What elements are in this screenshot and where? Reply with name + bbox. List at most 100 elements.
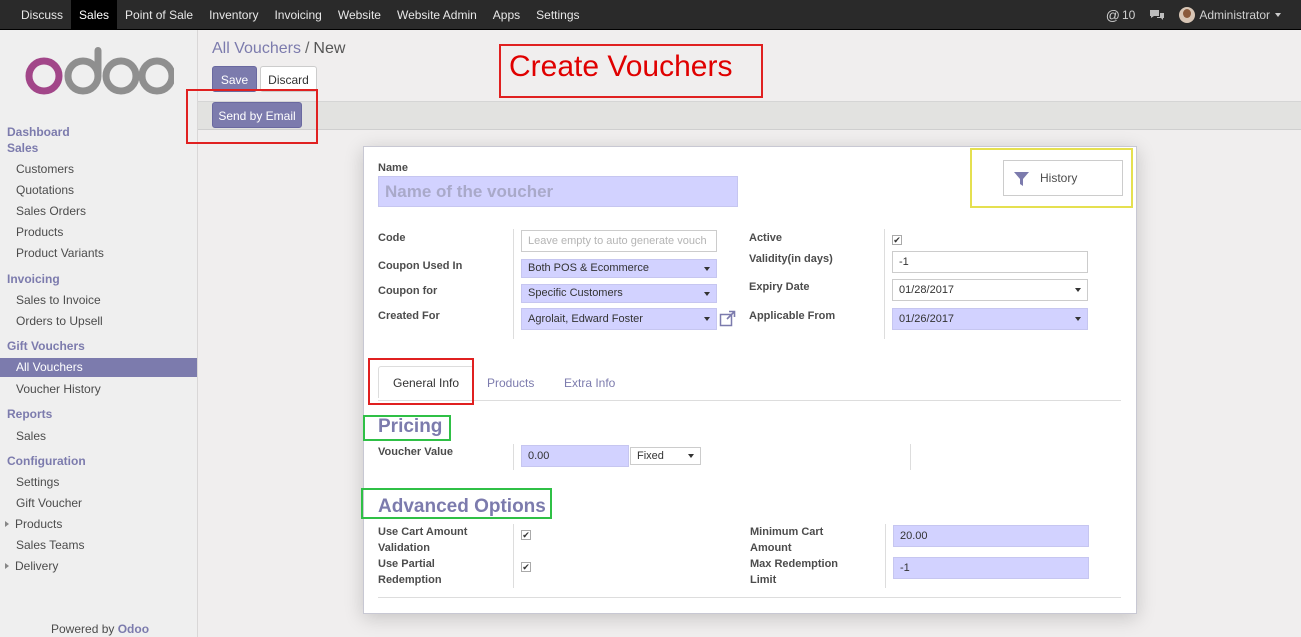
divider [513,444,514,470]
min-cart-label-line2: Amount [750,542,792,554]
coupon-for-select[interactable]: Specific Customers [521,284,717,303]
menu-settings[interactable]: Settings [528,0,587,30]
min-cart-input[interactable]: 20.00 [893,525,1089,547]
sidebar-section-dashboard[interactable]: Dashboard [7,125,70,139]
cart-validation-label: Use Cart Amount Validation [378,524,467,556]
dropdown-arrow-icon [704,267,710,271]
annotation-box-send-email [186,89,318,144]
menu-website-admin[interactable]: Website Admin [389,0,485,30]
sidebar: Dashboard Sales Customers Quotations Sal… [0,30,198,637]
divider [885,524,886,588]
sidebar-item-reports-sales[interactable]: Sales [16,429,46,443]
max-redemption-label-line1: Max Redemption [750,558,839,570]
sidebar-section-sales: Sales [7,141,39,155]
partial-redemption-label-line1: Use Partial [378,558,435,570]
dropdown-arrow-icon [704,292,710,296]
expiry-date-input[interactable]: 01/28/2017 [892,279,1088,301]
systray: @ 10 Administrator [1106,0,1301,30]
voucher-value: 0.00 [528,450,550,462]
annotation-box-history [970,148,1133,208]
voucher-name-input[interactable]: Name of the voucher [378,176,738,207]
voucher-value-input[interactable]: 0.00 [521,445,629,467]
chat-button[interactable] [1149,9,1165,21]
dropdown-arrow-icon [1075,288,1081,292]
notifications-button[interactable]: @ 10 [1106,7,1136,23]
powered-by: Powered by Odoo [51,622,149,636]
sidebar-item-products[interactable]: Products [16,225,63,239]
user-menu[interactable]: Administrator [1179,7,1281,23]
expiry-date-value: 01/28/2017 [899,284,955,296]
tab-products[interactable]: Products [487,376,534,390]
sidebar-item-product-variants[interactable]: Product Variants [16,246,104,260]
dropdown-arrow-icon [688,454,694,458]
menu-website[interactable]: Website [330,0,389,30]
divider [513,524,514,588]
sidebar-item-all-vouchers[interactable]: All Vouchers [0,358,197,377]
sidebar-item-sales-to-invoice[interactable]: Sales to Invoice [16,293,101,307]
menu-sales[interactable]: Sales [71,0,118,30]
odoo-logo [25,47,174,95]
active-checkbox[interactable]: ✔ [892,235,902,245]
powered-by-brand[interactable]: Odoo [118,622,149,636]
breadcrumb-all-vouchers[interactable]: All Vouchers [212,40,301,57]
sidebar-item-orders-to-upsell[interactable]: Orders to Upsell [16,314,103,328]
code-input[interactable]: Leave empty to auto generate vouch [521,230,717,252]
applicable-from-input[interactable]: 01/26/2017 [892,308,1088,330]
tab-extra-info[interactable]: Extra Info [564,376,615,390]
min-cart-value: 20.00 [900,530,928,542]
sidebar-section-invoicing: Invoicing [7,272,60,286]
created-for-value: Agrolait, Edward Foster [528,313,643,325]
max-redemption-value: -1 [900,562,910,574]
sidebar-item-settings[interactable]: Settings [16,475,59,489]
name-label: Name [378,162,408,174]
created-for-label: Created For [378,310,440,322]
coupon-for-value: Specific Customers [528,287,623,299]
external-link-icon[interactable] [719,310,736,327]
sidebar-item-delivery[interactable]: Delivery [15,559,58,573]
coupon-used-in-value: Both POS & Ecommerce [528,262,650,274]
sidebar-item-gift-voucher[interactable]: Gift Voucher [16,496,82,510]
coupon-used-in-select[interactable]: Both POS & Ecommerce [521,259,717,278]
annotation-box-pricing [363,415,451,441]
voucher-value-label: Voucher Value [378,446,453,458]
sidebar-section-gift-vouchers: Gift Vouchers [7,339,85,353]
min-cart-label-line1: Minimum Cart [750,526,824,538]
sidebar-item-sales-orders[interactable]: Sales Orders [16,204,86,218]
partial-redemption-checkbox[interactable]: ✔ [521,562,531,572]
active-label: Active [749,232,783,244]
caret-down-icon [1275,13,1281,17]
annotation-title: Create Vouchers [509,50,733,83]
code-label: Code [378,232,406,244]
sidebar-item-config-products[interactable]: Products [15,517,62,531]
app-menu: Discuss Sales Point of Sale Inventory In… [13,0,588,30]
top-navbar: Discuss Sales Point of Sale Inventory In… [0,0,1301,30]
breadcrumb-separator: / [304,40,310,57]
validity-label: Validity(in days) [749,253,833,265]
applicable-from-label: Applicable From [749,310,836,322]
divider [884,229,885,339]
cart-validation-checkbox[interactable]: ✔ [521,530,531,540]
created-for-many2one[interactable]: Agrolait, Edward Foster [521,308,717,330]
status-bar [198,101,1301,130]
menu-apps[interactable]: Apps [485,0,528,30]
voucher-type-select[interactable]: Fixed [630,447,701,465]
menu-inventory[interactable]: Inventory [201,0,266,30]
menu-discuss[interactable]: Discuss [13,0,71,30]
cart-validation-label-line2: Validation [378,542,430,554]
powered-by-text: Powered by [51,622,115,636]
annotation-box-advanced-options [361,488,552,519]
sidebar-item-quotations[interactable]: Quotations [16,183,74,197]
breadcrumb: All Vouchers / New [212,40,345,58]
menu-invoicing[interactable]: Invoicing [266,0,329,30]
validity-input[interactable]: -1 [892,251,1088,273]
expiry-date-label: Expiry Date [749,281,810,293]
max-redemption-label-line2: Limit [750,574,777,586]
max-redemption-label: Max Redemption Limit [750,556,838,588]
sidebar-item-voucher-history[interactable]: Voucher History [16,382,101,396]
sidebar-item-customers[interactable]: Customers [16,162,74,176]
caret-right-icon [5,521,9,527]
min-cart-label: Minimum Cart Amount [750,524,823,556]
menu-point-of-sale[interactable]: Point of Sale [117,0,201,30]
max-redemption-input[interactable]: -1 [893,557,1089,579]
sidebar-item-sales-teams[interactable]: Sales Teams [16,538,84,552]
